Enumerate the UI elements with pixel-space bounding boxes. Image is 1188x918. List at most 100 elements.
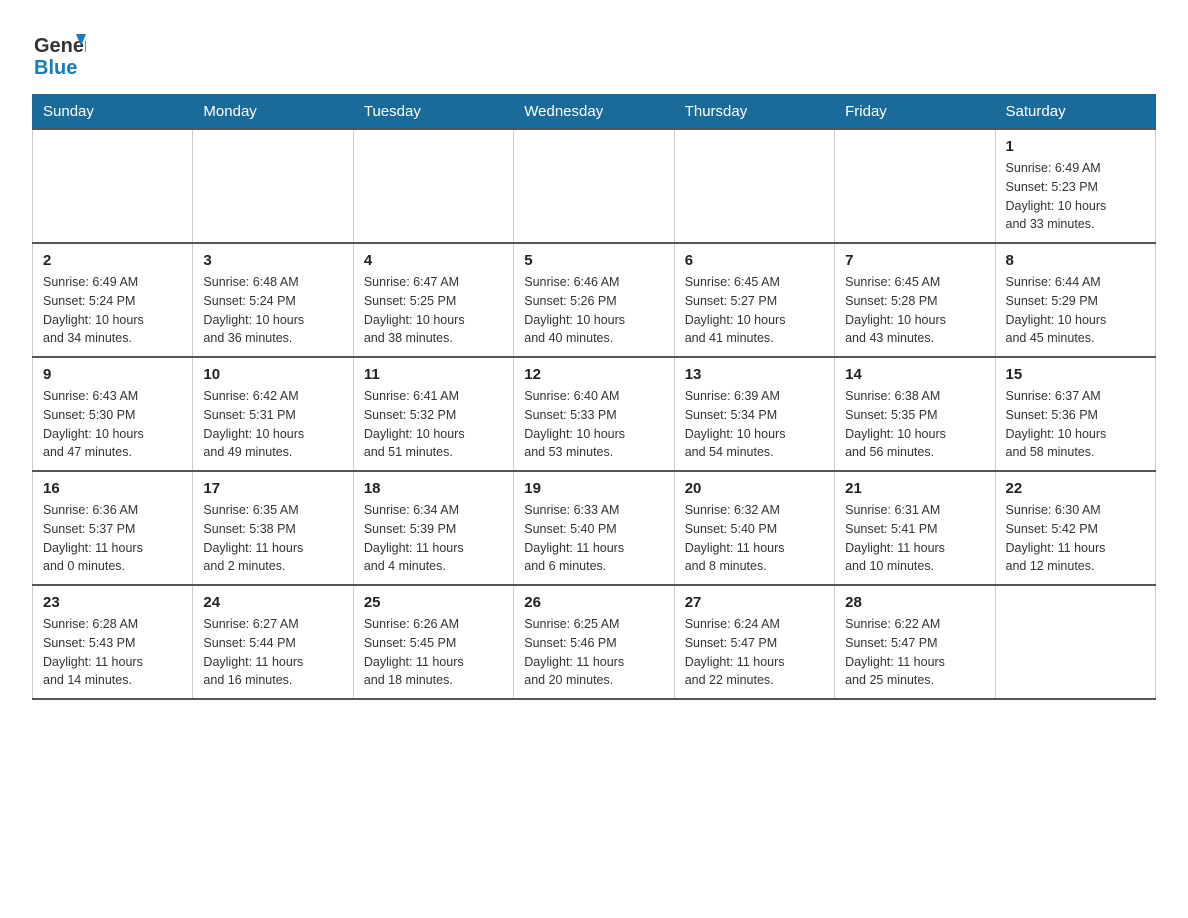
calendar-week-row: 9Sunrise: 6:43 AM Sunset: 5:30 PM Daylig… (33, 357, 1156, 471)
day-number: 24 (203, 594, 342, 611)
day-info: Sunrise: 6:42 AM Sunset: 5:31 PM Dayligh… (203, 387, 342, 462)
day-info: Sunrise: 6:39 AM Sunset: 5:34 PM Dayligh… (685, 387, 824, 462)
calendar-cell: 2 Sunrise: 6:49 AM Sunset: 5:24 PM Daylig… (33, 243, 193, 357)
day-of-week-header: Thursday (674, 95, 834, 130)
calendar-cell: 11 Sunrise: 6:41 AM Sunset: 5:32 PM Dayli… (353, 357, 513, 471)
day-info: Sunrise: 6:26 AM Sunset: 5:45 PM Dayligh… (364, 615, 503, 690)
day-of-week-header: Friday (835, 95, 995, 130)
calendar-cell (514, 129, 674, 243)
day-number: 11 (364, 366, 503, 383)
day-number: 14 (845, 366, 984, 383)
day-number: 23 (43, 594, 182, 611)
day-info: Sunrise: 6:30 AM Sunset: 5:42 PM Dayligh… (1006, 501, 1145, 576)
day-info: Sunrise: 6:49 AM Sunset: 5:24 PM Dayligh… (43, 273, 182, 348)
day-number: 19 (524, 480, 663, 497)
day-number: 22 (1006, 480, 1145, 497)
calendar-cell: 8 Sunrise: 6:44 AM Sunset: 5:29 PM Daylig… (995, 243, 1155, 357)
calendar-week-row: 2 Sunrise: 6:49 AM Sunset: 5:24 PM Daylig… (33, 243, 1156, 357)
logo: General Blue (32, 24, 86, 78)
calendar-cell: 26 Sunrise: 6:25 AM Sunset: 5:46 PM Dayli… (514, 585, 674, 699)
day-of-week-header: Wednesday (514, 95, 674, 130)
day-info: Sunrise: 6:44 AM Sunset: 5:29 PM Dayligh… (1006, 273, 1145, 348)
calendar-cell: 18Sunrise: 6:34 AM Sunset: 5:39 PM Dayli… (353, 471, 513, 585)
day-info: Sunrise: 6:41 AM Sunset: 5:32 PM Dayligh… (364, 387, 503, 462)
calendar-cell (674, 129, 834, 243)
calendar-header-row: SundayMondayTuesdayWednesdayThursdayFrid… (33, 95, 1156, 130)
calendar-cell: 17 Sunrise: 6:35 AM Sunset: 5:38 PM Dayli… (193, 471, 353, 585)
day-info: Sunrise: 6:27 AM Sunset: 5:44 PM Dayligh… (203, 615, 342, 690)
calendar-cell: 22 Sunrise: 6:30 AM Sunset: 5:42 PM Dayli… (995, 471, 1155, 585)
day-number: 6 (685, 252, 824, 269)
calendar-cell: 24 Sunrise: 6:27 AM Sunset: 5:44 PM Dayli… (193, 585, 353, 699)
calendar-cell (353, 129, 513, 243)
day-number: 8 (1006, 252, 1145, 269)
calendar-cell: 23 Sunrise: 6:28 AM Sunset: 5:43 PM Dayli… (33, 585, 193, 699)
day-info: Sunrise: 6:34 AM Sunset: 5:39 PM Dayligh… (364, 501, 503, 576)
day-of-week-header: Sunday (33, 95, 193, 130)
day-number: 21 (845, 480, 984, 497)
calendar-cell (995, 585, 1155, 699)
day-number: 4 (364, 252, 503, 269)
day-of-week-header: Tuesday (353, 95, 513, 130)
day-info: Sunrise: 6:47 AM Sunset: 5:25 PM Dayligh… (364, 273, 503, 348)
calendar-week-row: 1 Sunrise: 6:49 AM Sunset: 5:23 PM Daylig… (33, 129, 1156, 243)
calendar-cell: 19 Sunrise: 6:33 AM Sunset: 5:40 PM Dayli… (514, 471, 674, 585)
day-info: Sunrise: 6:32 AM Sunset: 5:40 PM Dayligh… (685, 501, 824, 576)
day-number: 7 (845, 252, 984, 269)
calendar-cell (193, 129, 353, 243)
day-number: 10 (203, 366, 342, 383)
day-number: 13 (685, 366, 824, 383)
day-number: 27 (685, 594, 824, 611)
day-number: 28 (845, 594, 984, 611)
calendar-cell: 12Sunrise: 6:40 AM Sunset: 5:33 PM Dayli… (514, 357, 674, 471)
page-header: General Blue (32, 24, 1156, 78)
day-info: Sunrise: 6:36 AM Sunset: 5:37 PM Dayligh… (43, 501, 182, 576)
calendar-cell: 21 Sunrise: 6:31 AM Sunset: 5:41 PM Dayli… (835, 471, 995, 585)
day-number: 9 (43, 366, 182, 383)
calendar-cell: 25 Sunrise: 6:26 AM Sunset: 5:45 PM Dayli… (353, 585, 513, 699)
calendar-cell (33, 129, 193, 243)
calendar-cell: 4 Sunrise: 6:47 AM Sunset: 5:25 PM Daylig… (353, 243, 513, 357)
day-info: Sunrise: 6:24 AM Sunset: 5:47 PM Dayligh… (685, 615, 824, 690)
calendar-cell: 1 Sunrise: 6:49 AM Sunset: 5:23 PM Daylig… (995, 129, 1155, 243)
calendar-cell: 20 Sunrise: 6:32 AM Sunset: 5:40 PM Dayli… (674, 471, 834, 585)
calendar-cell: 3 Sunrise: 6:48 AM Sunset: 5:24 PM Daylig… (193, 243, 353, 357)
calendar-cell: 5Sunrise: 6:46 AM Sunset: 5:26 PM Daylig… (514, 243, 674, 357)
day-info: Sunrise: 6:22 AM Sunset: 5:47 PM Dayligh… (845, 615, 984, 690)
day-number: 16 (43, 480, 182, 497)
day-number: 17 (203, 480, 342, 497)
day-info: Sunrise: 6:38 AM Sunset: 5:35 PM Dayligh… (845, 387, 984, 462)
day-number: 3 (203, 252, 342, 269)
calendar-cell: 6 Sunrise: 6:45 AM Sunset: 5:27 PM Daylig… (674, 243, 834, 357)
day-number: 26 (524, 594, 663, 611)
day-info: Sunrise: 6:33 AM Sunset: 5:40 PM Dayligh… (524, 501, 663, 576)
day-info: Sunrise: 6:31 AM Sunset: 5:41 PM Dayligh… (845, 501, 984, 576)
day-info: Sunrise: 6:40 AM Sunset: 5:33 PM Dayligh… (524, 387, 663, 462)
day-info: Sunrise: 6:46 AM Sunset: 5:26 PM Dayligh… (524, 273, 663, 348)
day-number: 1 (1006, 138, 1145, 155)
day-number: 25 (364, 594, 503, 611)
day-info: Sunrise: 6:28 AM Sunset: 5:43 PM Dayligh… (43, 615, 182, 690)
calendar-week-row: 23 Sunrise: 6:28 AM Sunset: 5:43 PM Dayli… (33, 585, 1156, 699)
calendar-cell: 28 Sunrise: 6:22 AM Sunset: 5:47 PM Dayli… (835, 585, 995, 699)
day-info: Sunrise: 6:25 AM Sunset: 5:46 PM Dayligh… (524, 615, 663, 690)
calendar-cell: 15 Sunrise: 6:37 AM Sunset: 5:36 PM Dayli… (995, 357, 1155, 471)
day-number: 15 (1006, 366, 1145, 383)
calendar-week-row: 16 Sunrise: 6:36 AM Sunset: 5:37 PM Dayli… (33, 471, 1156, 585)
logo-icon: General Blue (32, 24, 86, 78)
day-info: Sunrise: 6:45 AM Sunset: 5:28 PM Dayligh… (845, 273, 984, 348)
day-info: Sunrise: 6:37 AM Sunset: 5:36 PM Dayligh… (1006, 387, 1145, 462)
day-info: Sunrise: 6:35 AM Sunset: 5:38 PM Dayligh… (203, 501, 342, 576)
day-info: Sunrise: 6:49 AM Sunset: 5:23 PM Dayligh… (1006, 159, 1145, 234)
calendar-cell: 10 Sunrise: 6:42 AM Sunset: 5:31 PM Dayli… (193, 357, 353, 471)
day-number: 20 (685, 480, 824, 497)
calendar-cell: 14 Sunrise: 6:38 AM Sunset: 5:35 PM Dayli… (835, 357, 995, 471)
calendar-table: SundayMondayTuesdayWednesdayThursdayFrid… (32, 94, 1156, 700)
calendar-cell (835, 129, 995, 243)
svg-text:Blue: Blue (34, 57, 77, 78)
day-info: Sunrise: 6:48 AM Sunset: 5:24 PM Dayligh… (203, 273, 342, 348)
day-info: Sunrise: 6:45 AM Sunset: 5:27 PM Dayligh… (685, 273, 824, 348)
calendar-cell: 16 Sunrise: 6:36 AM Sunset: 5:37 PM Dayli… (33, 471, 193, 585)
day-of-week-header: Saturday (995, 95, 1155, 130)
day-number: 2 (43, 252, 182, 269)
